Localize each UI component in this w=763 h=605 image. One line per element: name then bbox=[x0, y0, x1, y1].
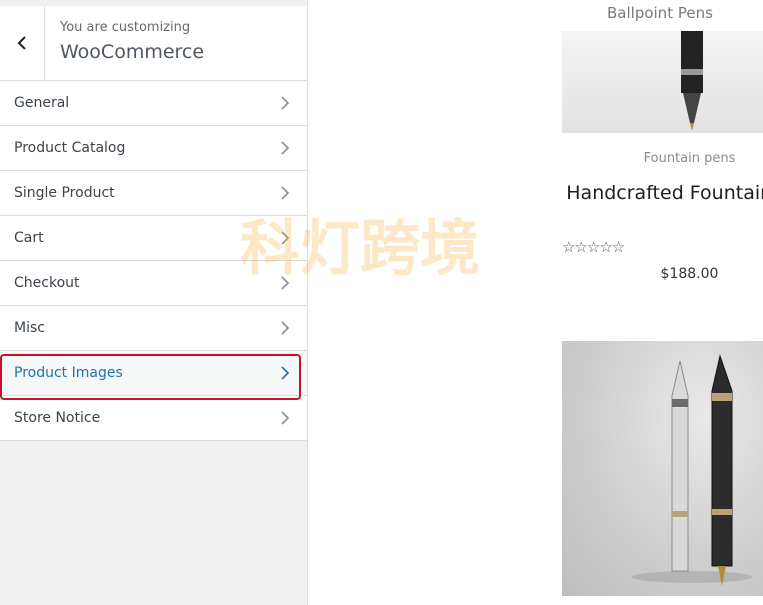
menu-item-checkout[interactable]: Checkout bbox=[0, 261, 307, 306]
menu-item-label: Store Notice bbox=[14, 410, 101, 426]
product-price: $188.00 bbox=[660, 266, 719, 282]
chevron-right-icon bbox=[281, 411, 290, 425]
menu-item-label: Product Images bbox=[14, 365, 123, 381]
product-image-ballpoint[interactable] bbox=[562, 31, 763, 133]
menu-item-cart[interactable]: Cart bbox=[0, 216, 307, 261]
header-text: You are customizing WooCommerce bbox=[60, 20, 204, 63]
menu-item-general[interactable]: General bbox=[0, 81, 307, 126]
menu-item-misc[interactable]: Misc bbox=[0, 306, 307, 351]
pen-nib-icon bbox=[681, 31, 703, 131]
customizer-sidebar: You are customizing WooCommerce General … bbox=[0, 0, 308, 605]
chevron-right-icon bbox=[281, 366, 290, 380]
chevron-right-icon bbox=[281, 276, 290, 290]
chevron-right-icon bbox=[281, 186, 290, 200]
menu-item-label: Checkout bbox=[14, 275, 80, 291]
header-subtitle: You are customizing bbox=[60, 20, 191, 35]
chevron-left-icon bbox=[17, 36, 26, 50]
store-preview: Ballpoint Pens Fountain pens Handcrafted… bbox=[308, 0, 763, 605]
customizer-menu: General Product Catalog Single Product C… bbox=[0, 81, 307, 441]
menu-item-label: Single Product bbox=[14, 185, 115, 201]
menu-item-label: General bbox=[14, 95, 70, 111]
chevron-right-icon bbox=[281, 96, 290, 110]
back-button[interactable] bbox=[0, 6, 45, 80]
product-image-pens[interactable] bbox=[562, 341, 763, 596]
menu-item-label: Product Catalog bbox=[14, 140, 126, 156]
menu-item-store-notice[interactable]: Store Notice bbox=[0, 396, 307, 441]
customizer-header: You are customizing WooCommerce bbox=[0, 6, 307, 81]
chevron-right-icon bbox=[281, 231, 290, 245]
category-label-top: Ballpoint Pens bbox=[607, 4, 713, 22]
product-title[interactable]: Handcrafted Fountain Pen bbox=[562, 178, 763, 208]
menu-item-label: Cart bbox=[14, 230, 44, 246]
product-category[interactable]: Fountain pens bbox=[562, 151, 763, 166]
menu-item-single-product[interactable]: Single Product bbox=[0, 171, 307, 216]
chevron-right-icon bbox=[281, 141, 290, 155]
rating-stars: ☆☆☆☆☆ bbox=[562, 238, 625, 256]
header-title: WooCommerce bbox=[60, 41, 205, 63]
chevron-right-icon bbox=[281, 321, 290, 335]
pens-illustration bbox=[632, 354, 752, 586]
menu-item-label: Misc bbox=[14, 320, 45, 336]
menu-item-product-images[interactable]: Product Images bbox=[0, 351, 307, 396]
menu-item-product-catalog[interactable]: Product Catalog bbox=[0, 126, 307, 171]
